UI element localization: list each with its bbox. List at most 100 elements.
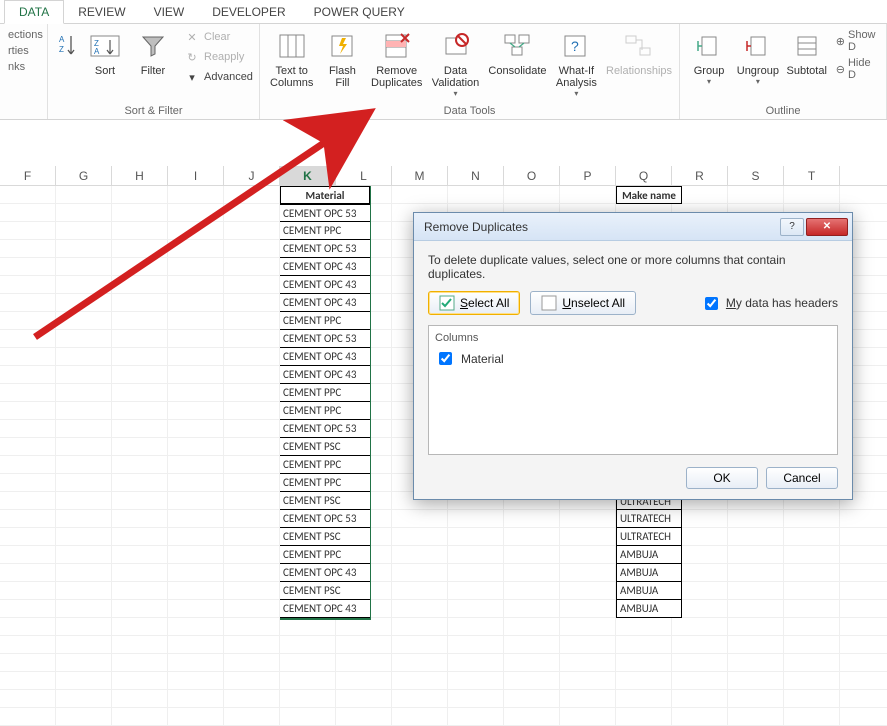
sort-az-button[interactable]: AZ [54,28,80,67]
show-detail-button[interactable]: ⊕Show D [834,28,880,54]
table-row[interactable]: CEMENT OPC 43 [280,276,370,294]
column-header-L[interactable]: L [336,166,392,185]
column-header-F[interactable]: F [0,166,56,185]
column-header-J[interactable]: J [224,166,280,185]
relationships-button[interactable]: Relationships [603,28,673,79]
table-row[interactable]: CEMENT PPC [280,402,370,420]
column-item-material[interactable]: Material [435,348,831,369]
flash-fill-icon [326,30,358,62]
table-row[interactable]: CEMENT PSC [280,438,370,456]
tab-powerquery[interactable]: POWER QUERY [300,1,419,23]
column-header-K[interactable]: K [280,166,336,185]
group-button[interactable]: Group ▾ [686,28,732,89]
group-outline: Outline [686,103,880,119]
subtotal-icon [791,30,823,62]
column-header-T[interactable]: T [784,166,840,185]
text-to-columns-button[interactable]: Text to Columns [266,28,317,91]
tab-review[interactable]: REVIEW [64,1,139,23]
consolidate-button[interactable]: Consolidate [485,28,550,79]
table-row[interactable]: CEMENT OPC 43 [280,348,370,366]
table-row[interactable]: CEMENT PPC [280,456,370,474]
subtotal-button[interactable]: Subtotal [784,28,830,79]
tab-view[interactable]: VIEW [140,1,199,23]
table-row[interactable]: CEMENT OPC 43 [280,600,370,618]
table-row[interactable]: CEMENT OPC 53 [280,510,370,528]
close-button[interactable]: ✕ [806,218,848,236]
table-row[interactable]: CEMENT OPC 53 [280,240,370,258]
table-row[interactable]: CEMENT OPC 43 [280,258,370,276]
header-cell-material[interactable]: Material [280,186,370,204]
table-row[interactable]: CEMENT PPC [280,312,370,330]
reapply-filter-button[interactable]: ↻Reapply [180,48,257,66]
help-button[interactable]: ? [780,218,804,236]
table-row[interactable]: CEMENT OPC 43 [280,564,370,582]
chevron-down-icon: ▾ [574,90,578,99]
column-header-M[interactable]: M [392,166,448,185]
table-row[interactable]: CEMENT PPC [280,384,370,402]
table-row[interactable]: AMBUJA [616,582,682,600]
chevron-down-icon: ▾ [756,78,760,87]
header-cell-make[interactable]: Make name [616,186,682,204]
column-item-checkbox[interactable] [439,352,452,365]
table-row[interactable]: ULTRATECH [616,528,682,546]
select-all-button[interactable]: Select All [428,291,520,315]
column-header-N[interactable]: N [448,166,504,185]
column-header-G[interactable]: G [56,166,112,185]
flash-fill-button[interactable]: Flash Fill [319,28,365,91]
properties-stub[interactable]: rties [6,44,45,58]
remove-duplicates-button[interactable]: Remove Duplicates [367,28,426,91]
advanced-filter-button[interactable]: ▾Advanced [180,68,257,86]
remove-duplicates-icon [381,30,413,62]
connections-stub[interactable]: ections [6,28,45,42]
columns-listbox[interactable]: Columns Material [428,325,838,455]
unselect-all-button[interactable]: Unselect All [530,291,636,315]
dialog-titlebar[interactable]: Remove Duplicates ? ✕ [414,213,852,241]
sort-az-icon: AZ [51,30,83,62]
sort-button[interactable]: ZA Sort [82,28,128,79]
ok-button[interactable]: OK [686,467,758,489]
column-header-H[interactable]: H [112,166,168,185]
headers-checkbox-row[interactable]: My data has headers [701,294,838,313]
column-header-I[interactable]: I [168,166,224,185]
plus-icon: ⊕ [836,35,845,48]
column-header-O[interactable]: O [504,166,560,185]
hide-detail-button[interactable]: ⊖Hide D [834,56,880,82]
sort-label: Sort [95,65,115,77]
column-header-Q[interactable]: Q [616,166,672,185]
clear-filter-button[interactable]: ✕Clear [180,28,257,46]
table-row[interactable]: CEMENT PPC [280,474,370,492]
tab-data[interactable]: DATA [4,0,64,24]
table-row[interactable]: CEMENT OPC 43 [280,366,370,384]
column-header-P[interactable]: P [560,166,616,185]
advanced-icon: ▾ [184,69,200,85]
table-row[interactable]: CEMENT OPC 53 [280,330,370,348]
tab-developer[interactable]: DEVELOPER [198,1,299,23]
column-header-R[interactable]: R [672,166,728,185]
dialog-title: Remove Duplicates [424,220,528,234]
table-row[interactable]: ULTRATECH [616,510,682,528]
table-row[interactable]: CEMENT PPC [280,546,370,564]
minus-icon: ⊖ [836,63,845,76]
links-stub[interactable]: nks [6,60,45,74]
ungroup-icon [742,30,774,62]
cancel-button[interactable]: Cancel [766,467,838,489]
table-row[interactable]: CEMENT OPC 53 [280,420,370,438]
dialog-instruction: To delete duplicate values, select one o… [428,253,838,281]
table-row[interactable]: CEMENT OPC 43 [280,294,370,312]
table-row[interactable]: CEMENT PPC [280,222,370,240]
headers-checkbox[interactable] [705,297,718,310]
svg-text:A: A [94,47,100,56]
whatif-analysis-button[interactable]: ? What-If Analysis ▾ [552,28,601,101]
data-validation-button[interactable]: Data Validation ▾ [428,28,483,101]
ungroup-button[interactable]: Ungroup ▾ [734,28,782,89]
clear-icon: ✕ [184,29,200,45]
table-row[interactable]: AMBUJA [616,564,682,582]
table-row[interactable]: CEMENT PSC [280,492,370,510]
filter-button[interactable]: Filter [130,28,176,79]
table-row[interactable]: AMBUJA [616,546,682,564]
table-row[interactable]: CEMENT OPC 53 [280,204,370,222]
table-row[interactable]: CEMENT PSC [280,582,370,600]
column-header-S[interactable]: S [728,166,784,185]
table-row[interactable]: CEMENT PSC [280,528,370,546]
table-row[interactable]: AMBUJA [616,600,682,618]
